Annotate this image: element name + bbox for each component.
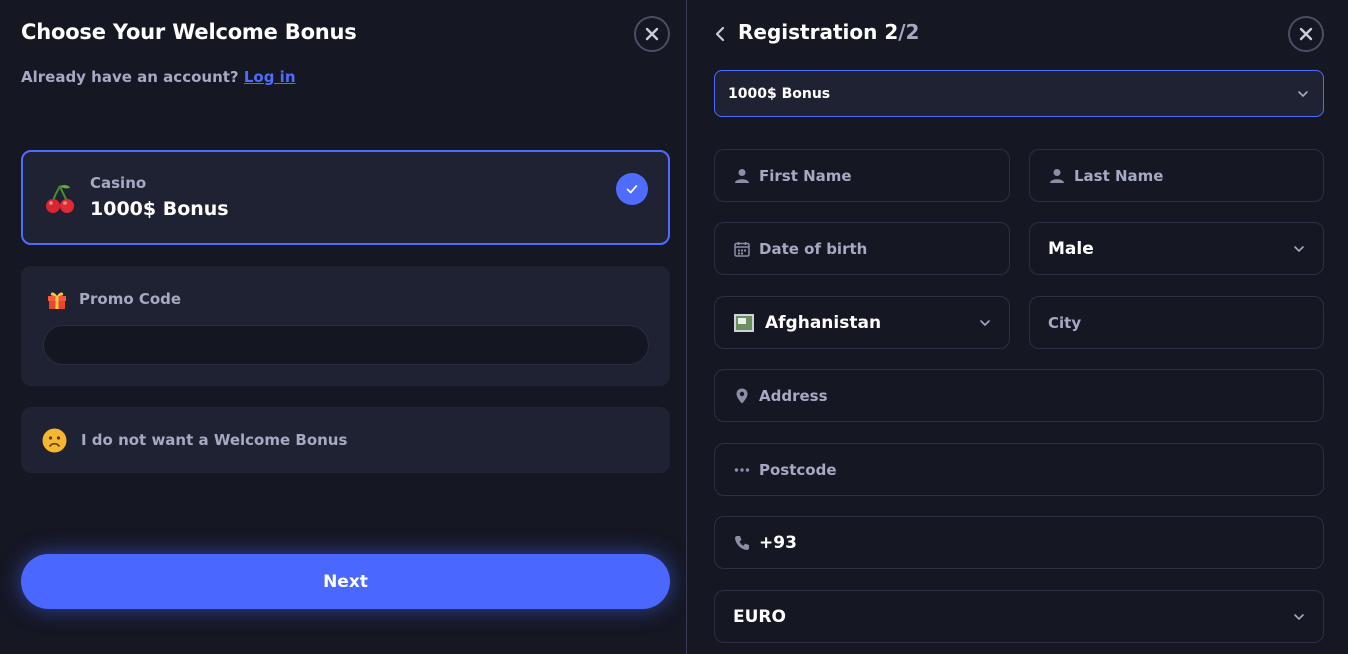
close-icon — [645, 27, 659, 41]
cherry-icon — [46, 184, 74, 213]
chevron-down-icon — [1298, 91, 1308, 98]
date-of-birth-placeholder: Date of birth — [759, 239, 868, 258]
registration-close-button[interactable] — [1288, 16, 1324, 52]
flag-icon — [734, 313, 754, 332]
date-of-birth-field[interactable]: Date of birth — [714, 222, 1010, 275]
promo-code-label: Promo Code — [79, 290, 182, 308]
calendar-icon — [734, 241, 750, 257]
next-button[interactable]: Next — [21, 554, 670, 609]
phone-value: +93 — [759, 532, 797, 553]
gender-value: Male — [1048, 238, 1094, 259]
currency-value: EURO — [733, 606, 786, 627]
casino-bonus-card[interactable]: Casino 1000$ Bonus — [21, 150, 670, 245]
user-icon — [735, 168, 749, 183]
city-placeholder: City — [1048, 313, 1082, 332]
bonus-select[interactable]: 1000$ Bonus — [714, 70, 1324, 117]
no-welcome-bonus-option[interactable]: I do not want a Welcome Bonus — [21, 407, 670, 473]
close-button[interactable] — [634, 16, 670, 52]
address-placeholder: Address — [759, 386, 828, 405]
city-field[interactable]: City — [1029, 296, 1324, 349]
login-link[interactable]: Log in — [244, 68, 296, 86]
phone-icon — [735, 535, 749, 550]
welcome-bonus-title: Choose Your Welcome Bonus — [21, 20, 357, 44]
bonus-category: Casino — [90, 174, 147, 192]
user-icon — [1050, 168, 1064, 183]
selected-check — [616, 173, 648, 205]
last-name-field[interactable]: Last Name — [1029, 149, 1324, 202]
address-field[interactable]: Address — [714, 369, 1324, 422]
welcome-bonus-panel: Choose Your Welcome Bonus Already have a… — [0, 0, 686, 654]
chevron-down-icon — [1294, 613, 1304, 620]
bonus-amount: 1000$ Bonus — [90, 198, 229, 220]
postcode-placeholder: Postcode — [759, 460, 837, 479]
promo-code-input[interactable] — [43, 325, 649, 365]
account-prompt-text: Already have an account? — [21, 68, 239, 86]
gift-icon — [48, 292, 66, 309]
registration-title-text: Registration 2 — [738, 20, 899, 44]
country-value: Afghanistan — [765, 312, 882, 333]
first-name-field[interactable]: First Name — [714, 149, 1010, 202]
first-name-placeholder: First Name — [759, 166, 852, 185]
phone-field[interactable]: +93 — [714, 516, 1324, 569]
chevron-down-icon — [980, 319, 990, 326]
no-bonus-label: I do not want a Welcome Bonus — [81, 431, 348, 449]
registration-step-total: /2 — [898, 20, 920, 44]
registration-panel: Registration 2/2 1000$ Bonus First Name … — [687, 0, 1348, 654]
postcode-field[interactable]: Postcode — [714, 443, 1324, 496]
promo-code-section: Promo Code — [21, 266, 670, 386]
currency-select[interactable]: EURO — [714, 590, 1324, 643]
account-prompt-line: Already have an account? Log in — [21, 68, 296, 86]
close-icon — [1299, 27, 1313, 41]
last-name-placeholder: Last Name — [1074, 166, 1164, 185]
check-icon — [626, 185, 638, 194]
back-arrow-icon[interactable] — [711, 24, 729, 44]
gender-select[interactable]: Male — [1029, 222, 1324, 275]
chevron-down-icon — [1294, 245, 1304, 252]
country-select[interactable]: Afghanistan — [714, 296, 1010, 349]
registration-title: Registration 2/2 — [738, 20, 919, 44]
bonus-select-value: 1000$ Bonus — [728, 85, 831, 102]
dots-icon — [734, 467, 750, 472]
sad-face-icon — [42, 428, 67, 453]
location-pin-icon — [736, 388, 748, 403]
